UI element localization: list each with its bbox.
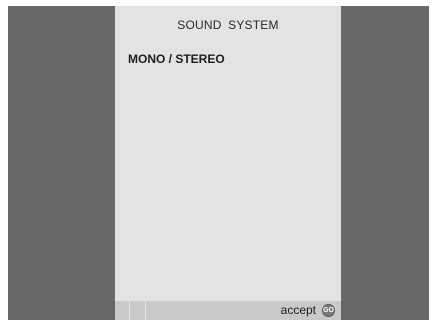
menu-title: SOUND SYSTEM [177,18,279,32]
footer-divider [145,301,146,320]
accept-hint-label: accept [280,303,316,317]
footer-divider [129,301,130,320]
go-button-icon[interactable]: GO [322,304,335,317]
menu-footer-bar: accept GO [115,301,341,320]
menu-item-mono-stereo[interactable]: MONO / STEREO [128,52,225,66]
tv-screen: SOUND SYSTEM MONO / STEREO accept GO [8,6,429,320]
sound-system-menu: SOUND SYSTEM MONO / STEREO accept GO [115,6,341,320]
